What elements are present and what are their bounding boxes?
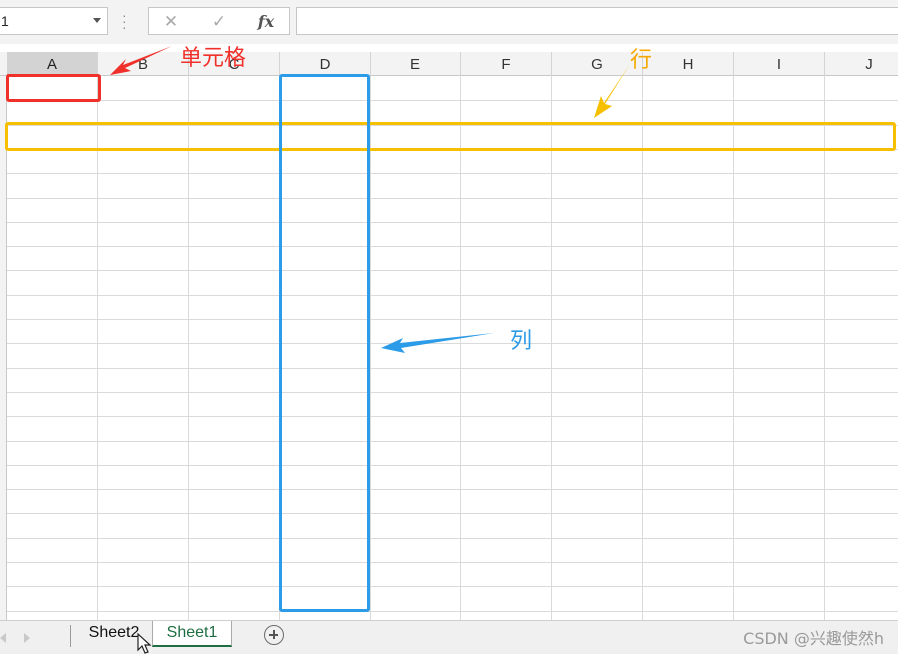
formula-bar: 1 · · · ✕ ✓ fx xyxy=(0,0,898,44)
grid-row-line xyxy=(7,538,898,539)
grid-row-line xyxy=(7,125,898,126)
grid-row-line xyxy=(7,222,898,223)
cell-area[interactable] xyxy=(7,76,898,620)
grid-row-line xyxy=(7,343,898,344)
column-header-j[interactable]: J xyxy=(824,52,898,76)
grid-row-line xyxy=(7,562,898,563)
name-box[interactable]: 1 xyxy=(0,7,108,35)
enter-icon[interactable]: ✓ xyxy=(207,11,231,33)
grid-row-line xyxy=(7,441,898,442)
sheet-tab-sheet1[interactable]: Sheet1 xyxy=(152,621,232,647)
grid-row-line xyxy=(7,465,898,466)
grid-row-line xyxy=(7,586,898,587)
column-header-i[interactable]: I xyxy=(734,52,825,76)
cancel-icon[interactable]: ✕ xyxy=(159,11,183,33)
formula-buttons: ✕ ✓ fx xyxy=(148,7,290,35)
grid-row-line xyxy=(7,295,898,296)
grid-row-line xyxy=(7,319,898,320)
grid-row-line xyxy=(7,246,898,247)
add-sheet-button[interactable] xyxy=(264,625,284,645)
grid-row-line xyxy=(7,270,898,271)
row-header-strip[interactable] xyxy=(0,76,7,620)
insert-function-icon[interactable]: fx xyxy=(254,11,278,33)
grid-row-line xyxy=(7,513,898,514)
column-header-e[interactable]: E xyxy=(370,52,461,76)
column-header-c[interactable]: C xyxy=(189,52,280,76)
scroll-right-icon[interactable] xyxy=(24,633,30,643)
chevron-down-icon[interactable] xyxy=(93,18,101,23)
formula-input[interactable] xyxy=(296,7,898,35)
grid-row-line xyxy=(7,392,898,393)
column-header-d[interactable]: D xyxy=(280,52,371,76)
scroll-left-icon[interactable] xyxy=(0,633,6,643)
name-box-value: 1 xyxy=(1,13,9,29)
mouse-cursor-icon xyxy=(137,633,152,654)
grid-row-line xyxy=(7,611,898,612)
grid-row-line xyxy=(7,416,898,417)
grid-row-line xyxy=(7,489,898,490)
watermark: CSDN @兴趣使然h xyxy=(743,629,884,648)
column-header-a[interactable]: A xyxy=(7,52,98,76)
column-header-row: ABCDEFGHIJ xyxy=(0,52,898,76)
grid-row-line xyxy=(7,100,898,101)
drag-handle-icon[interactable]: · · · xyxy=(122,8,127,34)
column-header-b[interactable]: B xyxy=(98,52,189,76)
grid-row-line xyxy=(7,149,898,150)
grid-row-line xyxy=(7,173,898,174)
grid-row-line xyxy=(7,198,898,199)
tab-divider xyxy=(70,625,71,647)
sheet-tab-bar: Sheet2 Sheet1 CSDN @兴趣使然h xyxy=(0,620,898,654)
column-header-h[interactable]: H xyxy=(643,52,734,76)
grid-row-line xyxy=(7,368,898,369)
column-header-f[interactable]: F xyxy=(461,52,552,76)
column-header-g[interactable]: G xyxy=(552,52,643,76)
worksheet-grid: ABCDEFGHIJ xyxy=(0,52,898,620)
